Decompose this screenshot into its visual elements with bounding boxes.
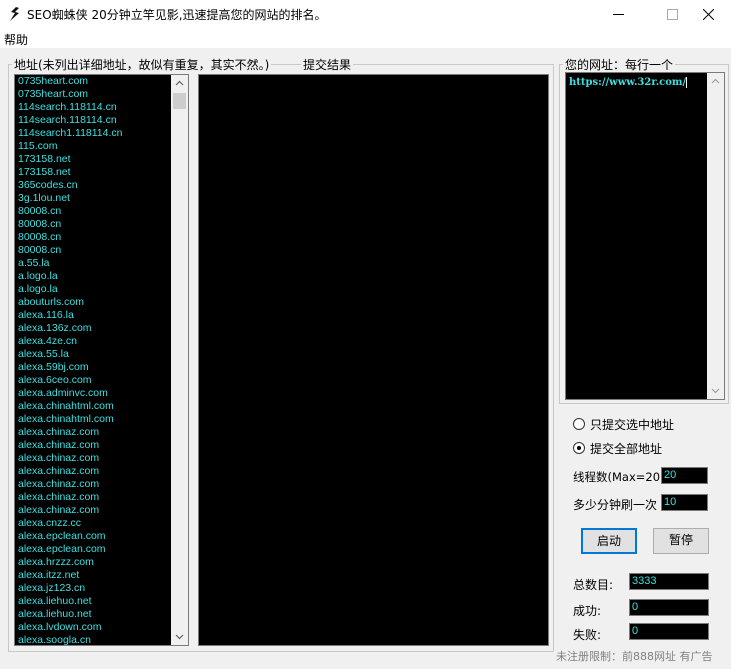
radio-submit-all-label[interactable]: 提交全部地址 [590,440,662,457]
address-list-item[interactable]: alexa.liehuo.net [18,608,170,621]
address-list-item[interactable]: alexa.epclean.com [18,543,170,556]
title-bar: SEO蜘蛛侠 20分钟立竿见影,迅速提高您的网站的排名。 [0,0,731,28]
address-list-item[interactable]: alexa.59bj.com [18,361,170,374]
radio-submit-all[interactable] [573,442,585,454]
minimize-button[interactable] [596,0,641,28]
address-list-item[interactable]: 173158.net [18,153,170,166]
unregistered-notice: 未注册限制：前888网址 有广告 [556,650,713,663]
address-list-item[interactable]: alexa.116.la [18,309,170,322]
address-list-item[interactable]: alexa.chinaz.com [18,465,170,478]
scroll-thumb[interactable] [173,93,186,109]
address-list-item[interactable]: alexa.4ze.cn [18,335,170,348]
address-group-legend: 地址(未列出详细地址，故似有重复，其实不然。) [12,56,272,73]
success-value: 0 [629,599,709,616]
scroll-up-icon [711,78,720,84]
address-list-item[interactable]: alexa.soogla.cn [18,634,170,645]
threads-input[interactable]: 20 [661,467,708,484]
address-list[interactable]: 0735heart.com 0735heart.com 114search.1181… [14,74,189,646]
scroll-up-icon [175,80,184,86]
close-icon [703,9,714,20]
scroll-down-icon [711,388,720,394]
refresh-label: 多少分钟刷一次 [573,498,658,512]
menu-bar: 帮助 [0,28,731,48]
address-list-item[interactable]: 365codes.cn [18,179,170,192]
address-list-item[interactable]: 114search1.118114.cn [18,127,170,140]
start-button[interactable]: 启动 [581,528,637,554]
address-list-item[interactable]: 173158.net [18,166,170,179]
address-list-item[interactable]: 0735heart.com [18,75,170,88]
address-list-item[interactable]: alexa.chinaz.com [18,439,170,452]
address-list-item[interactable]: 80008.cn [18,205,170,218]
address-list-item[interactable]: alexa.136z.com [18,322,170,335]
address-list-item[interactable]: alexa.55.la [18,348,170,361]
total-value: 3333 [629,573,709,590]
address-list-item[interactable]: a.logo.la [18,270,170,283]
menu-help[interactable]: 帮助 [4,31,28,48]
address-list-item[interactable]: alexa.chinaz.com [18,478,170,491]
address-list-item[interactable]: 114search.118114.cn [18,114,170,127]
address-list-item[interactable]: 115.com [18,140,170,153]
address-list-item[interactable]: alexa.chinaz.com [18,426,170,439]
address-items: 0735heart.com 0735heart.com 114search.1181… [18,75,170,645]
url-text: https://www.32r.com/ [569,77,688,88]
address-list-item[interactable]: 80008.cn [18,218,170,231]
success-label: 成功: [573,604,602,618]
minimize-icon [613,14,624,15]
address-list-item[interactable]: 114search.118114.cn [18,101,170,114]
address-list-item[interactable]: alexa.adminvc.com [18,387,170,400]
refresh-input[interactable]: 10 [661,494,708,511]
total-label: 总数目: [573,578,614,592]
radio-submit-selected[interactable] [573,418,585,430]
address-list-item[interactable]: alexa.chinaz.com [18,452,170,465]
address-list-item[interactable]: alexa.6ceo.com [18,374,170,387]
fail-value: 0 [629,623,709,640]
maximize-icon [667,9,678,20]
address-list-item[interactable]: alexa.liehuo.net [18,595,170,608]
address-list-item[interactable]: abouturls.com [18,296,170,309]
address-list-item[interactable]: 0735heart.com [18,88,170,101]
scroll-down-icon [175,634,184,640]
address-list-item[interactable]: alexa.hrzzz.com [18,556,170,569]
address-list-item[interactable]: alexa.jz123.cn [18,582,170,595]
address-list-item[interactable]: alexa.chinahtml.com [18,400,170,413]
fail-label: 失败: [573,628,602,642]
address-list-item[interactable]: alexa.epclean.com [18,530,170,543]
address-list-item[interactable]: alexa.chinaz.com [18,491,170,504]
window-title: SEO蜘蛛侠 20分钟立竿见影,迅速提高您的网站的排名。 [27,8,327,22]
result-group-legend: 提交结果 [301,56,354,73]
url-textarea[interactable]: https://www.32r.com/ [565,72,725,400]
address-list-item[interactable]: alexa.chinahtml.com [18,413,170,426]
address-list-item[interactable]: a.logo.la [18,283,170,296]
address-list-item[interactable]: 80008.cn [18,244,170,257]
address-list-item[interactable]: a.55.la [18,257,170,270]
url-scrollbar[interactable] [707,73,724,399]
address-list-item[interactable]: 80008.cn [18,231,170,244]
result-output[interactable] [198,74,549,646]
address-list-item[interactable]: alexa.cnzz.cc [18,517,170,530]
text-caret [686,77,688,88]
address-list-item[interactable]: alexa.lvdown.com [18,621,170,634]
close-button[interactable] [686,0,731,28]
url-group-legend: 您的网址：每行一个 [563,56,676,73]
pause-button[interactable]: 暂停 [653,528,709,554]
radio-submit-selected-label[interactable]: 只提交选中地址 [590,416,674,433]
spider-app-icon [7,6,23,22]
threads-label: 线程数(Max=20): [573,470,669,484]
address-list-item[interactable]: 3g.1lou.net [18,192,170,205]
address-list-item[interactable]: alexa.itzz.net [18,569,170,582]
address-list-item[interactable]: alexa.chinaz.com [18,504,170,517]
address-list-scrollbar[interactable] [171,75,188,645]
